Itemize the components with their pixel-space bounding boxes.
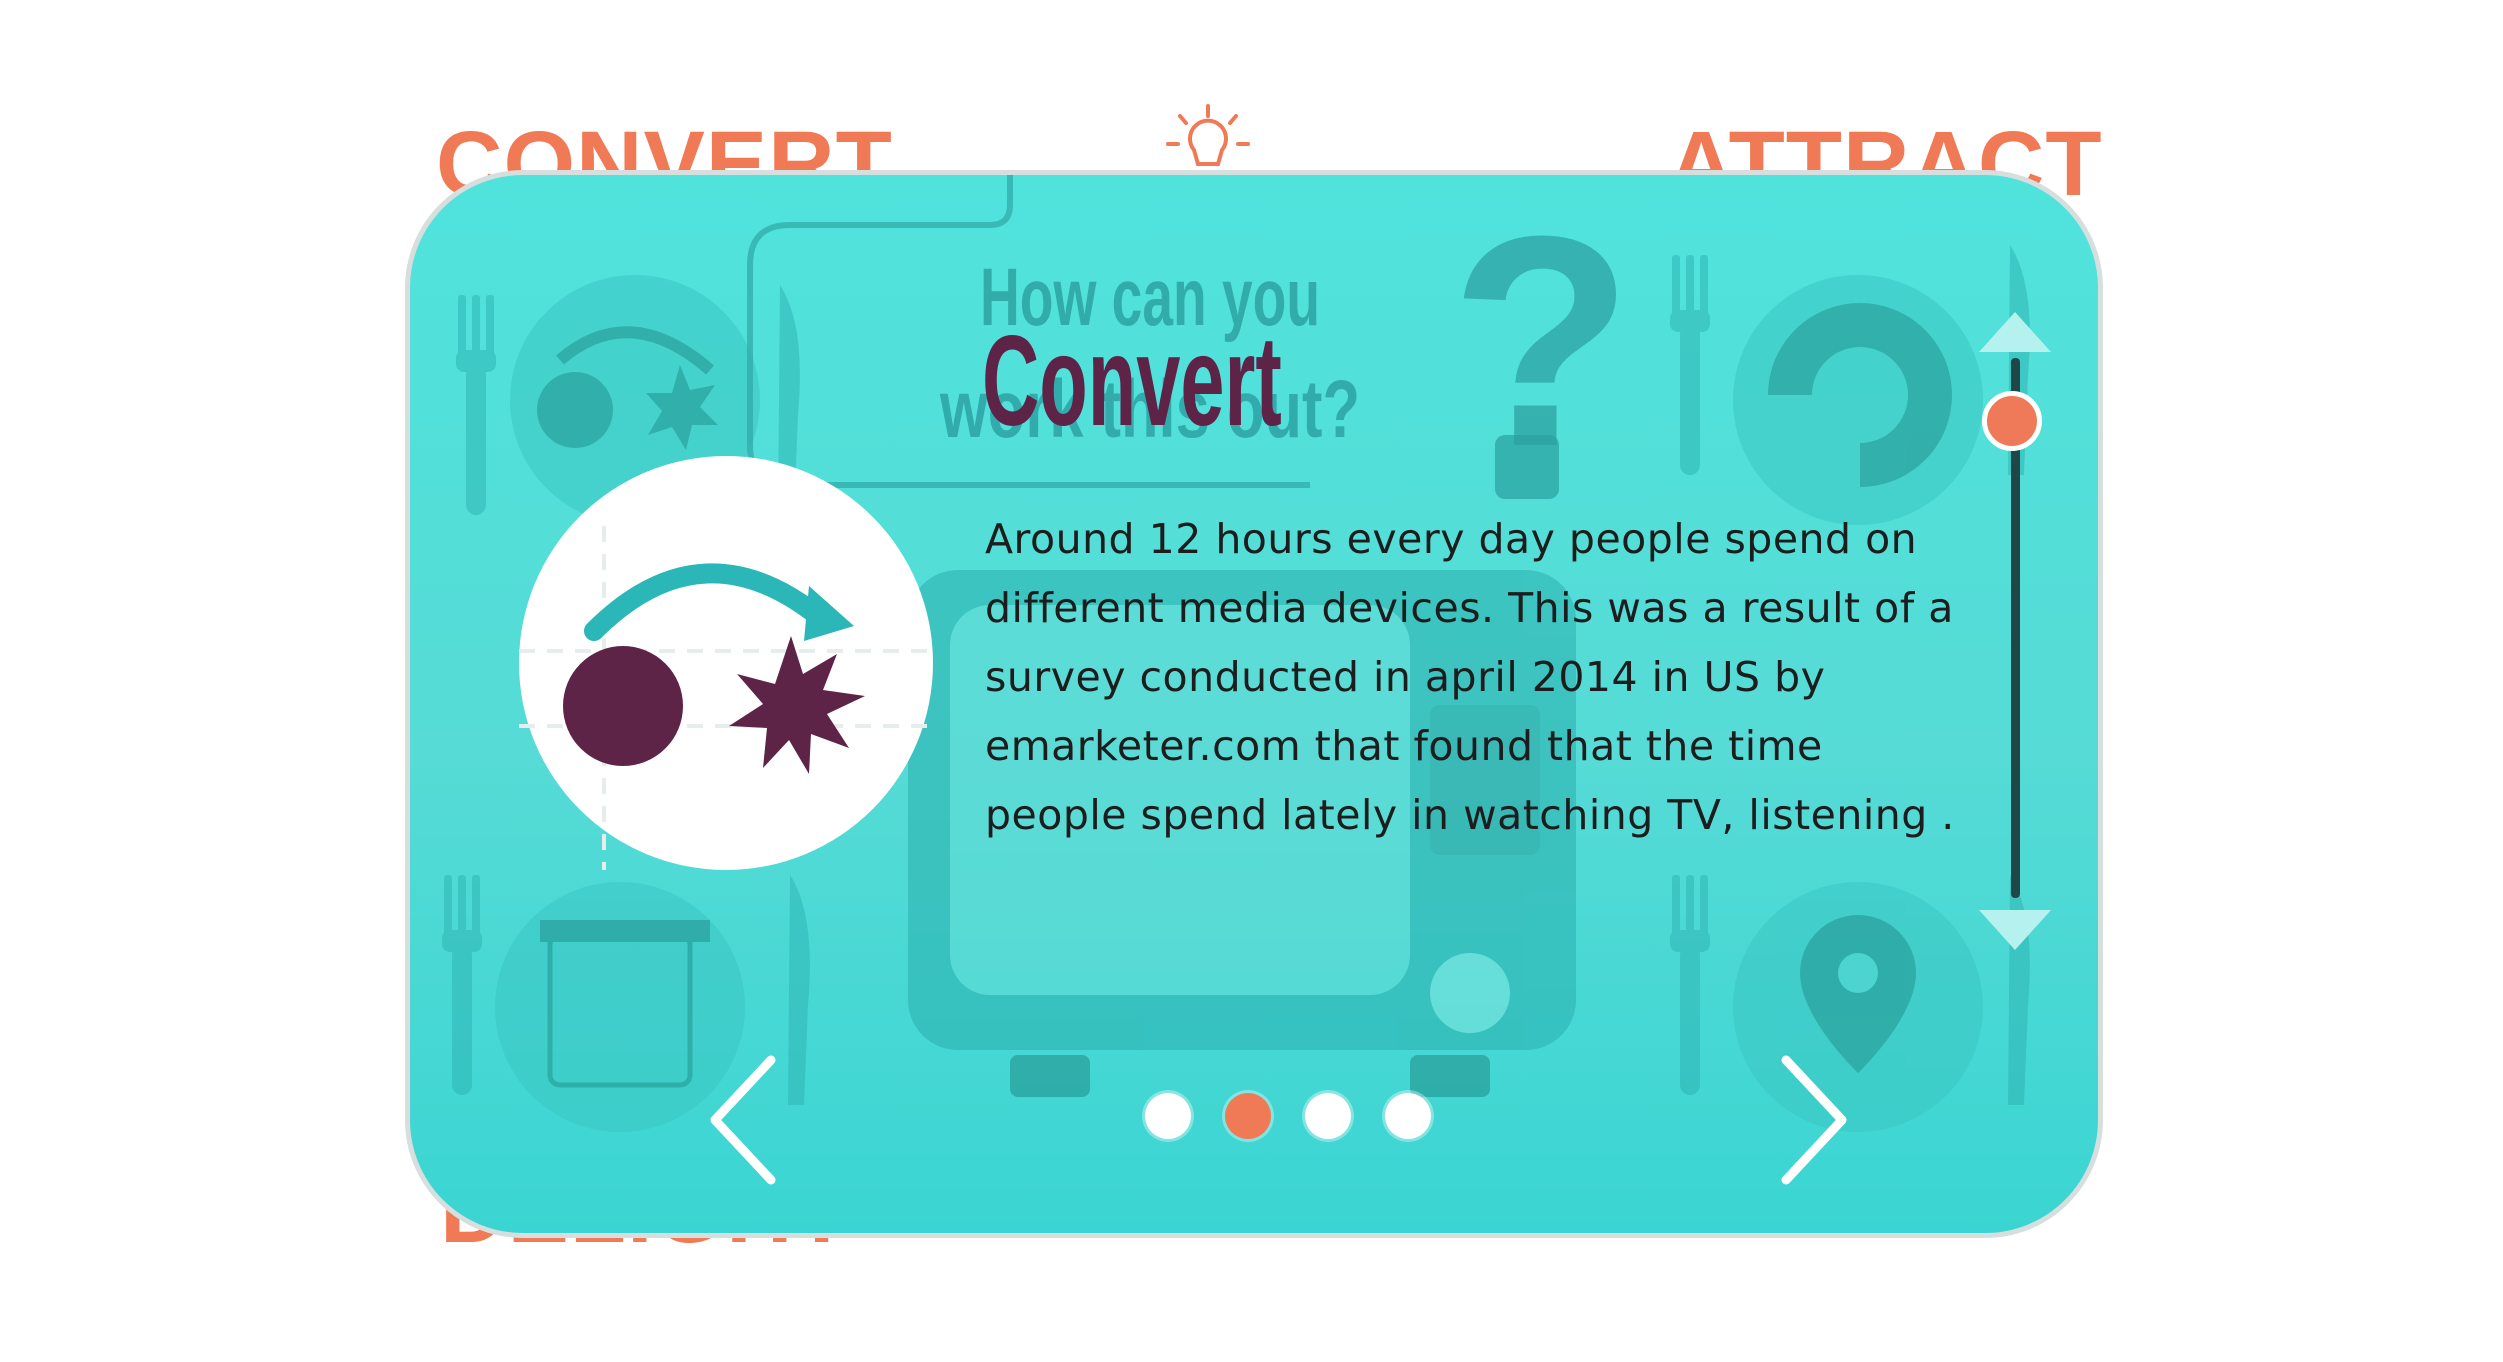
scroll-thumb[interactable] [1982, 391, 2042, 452]
pagination-dot-2[interactable] [1225, 1093, 1271, 1139]
convert-arrow-circle-burst-icon [519, 526, 933, 870]
fork-icon [1670, 875, 1710, 1095]
triangle-down-icon [1979, 910, 2051, 950]
vertical-scrollbar[interactable] [1979, 308, 2051, 953]
card-title: Convert [982, 310, 1282, 453]
card-body-text: Around 12 hours every day people spend o… [985, 515, 1955, 839]
pagination-dots [1145, 1093, 1431, 1143]
next-button[interactable] [1772, 1050, 1852, 1190]
triangle-up-icon [1979, 312, 2051, 352]
fork-icon [442, 875, 482, 1095]
chevron-right-icon [1781, 1055, 1847, 1185]
chevron-left-icon [710, 1055, 776, 1185]
featured-icon-circle [519, 456, 933, 870]
prev-button[interactable] [705, 1050, 785, 1190]
fork-icon [456, 295, 496, 515]
fork-icon [1670, 255, 1710, 475]
scroll-down-button[interactable] [1975, 906, 2055, 954]
pagination-dot-4[interactable] [1385, 1093, 1431, 1139]
scroll-up-button[interactable] [1975, 308, 2055, 356]
pagination-dot-3[interactable] [1305, 1093, 1351, 1139]
pagination-dot-1[interactable] [1145, 1093, 1191, 1139]
